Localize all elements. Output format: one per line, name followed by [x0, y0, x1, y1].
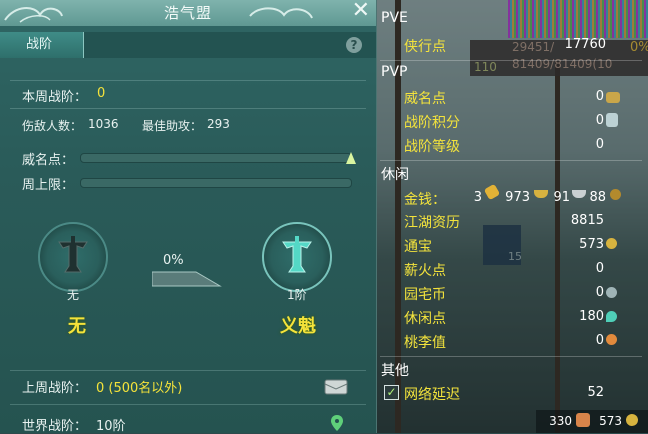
pvp-item-label: 战阶积分: [404, 115, 460, 131]
next-rank-emblem[interactable]: [262, 222, 332, 292]
divider: [380, 60, 642, 61]
next-rank-title: 义魁: [280, 316, 316, 337]
tongbao-icon: [626, 414, 638, 426]
current-rank-name: 无: [67, 288, 80, 302]
divider: [10, 80, 366, 81]
tab-rank[interactable]: 战阶: [0, 32, 84, 58]
peach-icon: [606, 334, 617, 345]
money-brick: 3: [473, 190, 482, 205]
divider: [380, 356, 642, 357]
assist-value: 293: [207, 117, 230, 131]
tongbao-icon: [606, 238, 617, 249]
vitality-icon: [576, 413, 590, 427]
weekly-cap-label: 周上限：: [22, 178, 75, 193]
kills-value: 1036: [88, 117, 119, 131]
window-title: 浩气盟: [163, 4, 212, 22]
leisure-item-value: 573: [579, 237, 604, 252]
money-label: 金钱：: [404, 192, 446, 208]
rank-point-icon: [606, 113, 618, 127]
current-rank-title: 无: [68, 316, 86, 337]
pvp-item-label: 战阶等级: [404, 139, 460, 155]
pvp-header: PVP: [381, 64, 408, 80]
progress-percent: 0%: [163, 253, 184, 268]
location-pin-icon[interactable]: [331, 415, 343, 431]
title-bar[interactable]: 浩气盟 ✕: [0, 0, 376, 26]
latency-label: 网络延迟: [404, 387, 460, 403]
week-rank-value: 0: [97, 86, 106, 101]
world-rank-label: 世界战阶：: [22, 419, 88, 434]
leisure-item-value: 0: [595, 333, 604, 348]
leisure-item-label: 园宅币: [404, 287, 446, 303]
world-rank-value: 10阶: [96, 419, 126, 434]
pvp-item-value: 0: [595, 89, 604, 104]
latency-value: 52: [587, 385, 604, 400]
pvp-item-value: 0: [595, 137, 604, 152]
prestige-bar: [80, 153, 352, 163]
home-coin-icon: [606, 287, 617, 298]
leisure-item-value: 0: [595, 261, 604, 276]
latency-checkbox[interactable]: ✓: [384, 385, 399, 400]
next-rank-name: 1阶: [287, 288, 307, 302]
arrow-right-icon: [152, 271, 222, 287]
mail-icon[interactable]: [324, 378, 348, 396]
current-rank-emblem[interactable]: [38, 222, 108, 292]
leisure-header: 休闲: [381, 167, 409, 183]
leisure-item-label: 薪火点: [404, 263, 446, 279]
divider: [10, 370, 366, 371]
divider: [10, 108, 366, 109]
currency-panel: PVE 侠行点 17760 PVP 威名点 0 战阶积分 0 战阶等级 0 休闲…: [376, 0, 648, 433]
leisure-item-label: 通宝: [404, 239, 432, 255]
last-week-label: 上周战阶：: [22, 381, 88, 396]
footer-right-value: 573: [599, 414, 622, 428]
pvp-item-label: 威名点: [404, 91, 446, 107]
prestige-label: 威名点：: [22, 153, 75, 168]
divider: [380, 160, 642, 161]
banner-icon: [58, 236, 88, 273]
leisure-item-value: 8815: [570, 213, 604, 228]
money-copper: 88: [589, 190, 606, 205]
leisure-item-label: 江湖资历: [404, 215, 460, 231]
pve-header: PVE: [381, 10, 408, 26]
prestige-icon: [606, 92, 620, 103]
weekly-cap-bar: [80, 178, 352, 188]
faction-window: 浩气盟 ✕ 战阶 ? 本周战阶： 0 伤敌人数： 1036 最佳助攻： 293 …: [0, 0, 377, 434]
close-icon[interactable]: ✕: [352, 0, 370, 24]
help-icon[interactable]: ?: [346, 37, 362, 53]
leisure-item-value: 0: [595, 285, 604, 300]
divider: [10, 404, 366, 405]
money-gold: 973: [505, 190, 530, 205]
pve-item-value: 17760: [564, 37, 606, 52]
leisure-item-label: 桃李值: [404, 335, 446, 351]
kills-label: 伤敌人数：: [22, 119, 83, 133]
leisure-item-label: 休闲点: [404, 311, 446, 327]
tab-bar: 战阶 ?: [0, 32, 376, 58]
marker-icon: [346, 152, 356, 164]
week-rank-label: 本周战阶：: [22, 90, 88, 105]
pvp-item-value: 0: [595, 113, 604, 128]
copper-coin-icon: [610, 189, 621, 200]
leisure-point-icon: [606, 311, 617, 322]
last-week-value: 0 (500名以外): [96, 381, 183, 396]
banner-icon: [282, 236, 312, 273]
leisure-item-value: 180: [579, 309, 604, 324]
footer-left-value: 330: [549, 414, 572, 428]
other-header: 其他: [381, 363, 409, 379]
assist-label: 最佳助攻：: [142, 119, 203, 133]
pve-item-label: 侠行点: [404, 39, 446, 55]
money-silver: 91: [553, 190, 570, 205]
